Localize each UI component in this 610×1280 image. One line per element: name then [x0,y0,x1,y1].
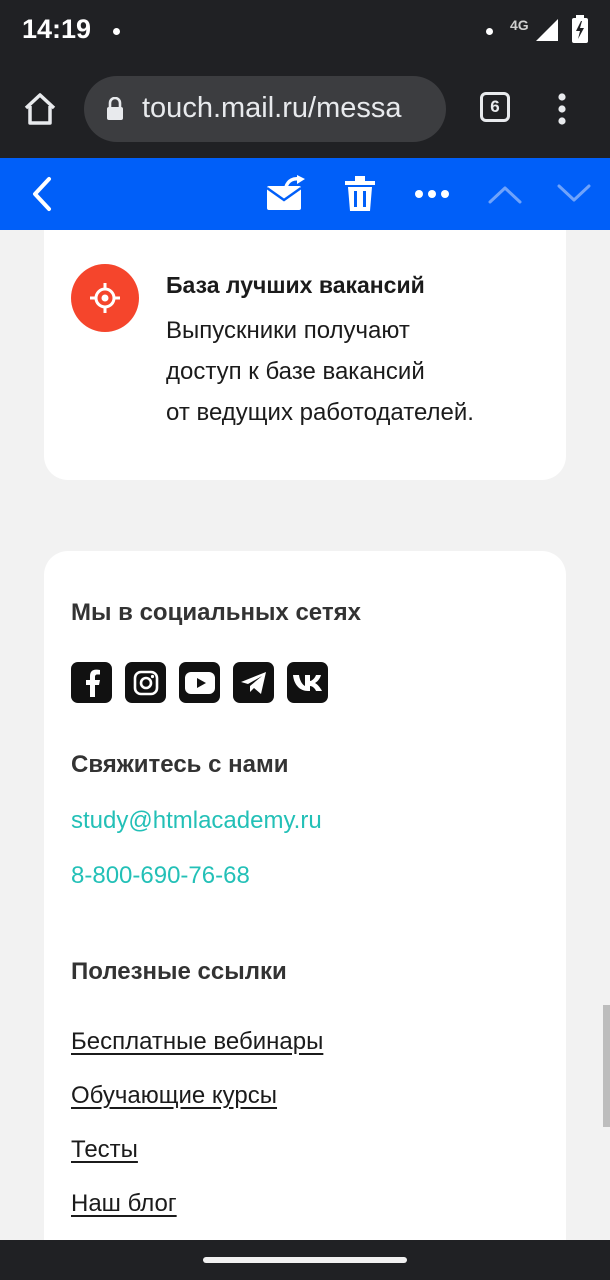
delete-button[interactable] [338,158,382,230]
facebook-icon [85,669,100,697]
telegram-icon [240,671,266,694]
next-message-icon [557,184,591,202]
youtube-icon [184,671,215,694]
more-dots-icon [415,190,449,198]
links-heading: Полезные ссылки [71,958,287,985]
feature-description-line: Выпускники получают [166,317,410,344]
phone-link[interactable]: 8-800-690-76-68 [71,862,250,890]
page-scrollbar[interactable] [603,1005,610,1127]
feature-description-line: от ведущих работодателей. [166,399,474,426]
signal-icon [536,19,558,41]
link-blog[interactable]: Наш блог [71,1190,177,1218]
instagram-icon [133,670,158,695]
instagram-link[interactable] [125,662,166,703]
network-type: 4G [510,17,529,33]
status-time: 14:19 [22,14,92,44]
target-icon-badge [71,264,139,332]
social-links [71,662,328,703]
link-tests[interactable]: Тесты [71,1136,138,1164]
prev-message-button[interactable] [484,158,526,230]
feature-description-line: доступ к базе вакансий [166,358,425,385]
status-bar: 14:19 4G [0,0,610,66]
youtube-link[interactable] [179,662,220,703]
prev-message-icon [488,186,522,204]
more-vert-icon[interactable] [556,92,568,126]
message-content[interactable]: База лучших вакансий Выпускники получают… [0,230,610,1240]
link-courses[interactable]: Обучающие курсы [71,1082,277,1110]
move-button[interactable] [262,158,308,230]
link-webinars[interactable]: Бесплатные вебинары [71,1028,323,1056]
more-button[interactable] [410,158,454,230]
telegram-link[interactable] [233,662,274,703]
back-button[interactable] [20,158,64,230]
social-heading: Мы в социальных сетях [71,599,361,626]
feature-title: База лучших вакансий [166,272,425,298]
feature-card: База лучших вакансий Выпускники получают… [44,230,566,480]
notification-dot-icon [113,28,120,35]
footer-card: Мы в социальных сетях Свяжитесь с нами s… [44,551,566,1240]
feature-description: Выпускники получают доступ к базе ваканс… [166,310,546,433]
email-link[interactable]: study@htmlacademy.ru [71,807,322,835]
browser-toolbar: touch.mail.ru/messa 6 [0,66,610,158]
battery-charging-icon [572,15,588,43]
vk-icon [292,674,322,691]
target-icon [90,283,120,313]
lock-icon [107,97,123,120]
address-bar[interactable]: touch.mail.ru/messa [84,76,446,142]
vk-link[interactable] [287,662,328,703]
trash-icon [345,176,375,211]
status-dot-icon [486,28,493,35]
system-navigation-bar [0,1240,610,1280]
mail-toolbar [0,158,610,230]
home-icon[interactable] [22,92,58,126]
next-message-button[interactable] [553,158,595,230]
facebook-link[interactable] [71,662,112,703]
move-to-folder-icon [266,175,305,210]
contact-heading: Свяжитесь с нами [71,751,289,778]
home-gesture-handle[interactable] [203,1257,407,1263]
url-text: touch.mail.ru/messa [142,92,402,124]
tab-switcher-button[interactable]: 6 [480,92,510,122]
back-chevron-icon [33,177,51,211]
